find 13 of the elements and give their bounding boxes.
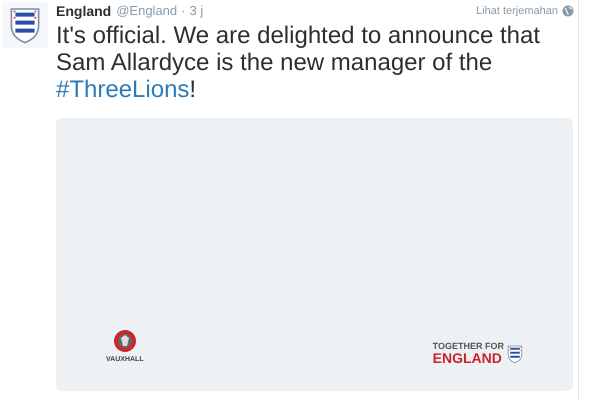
globe-icon — [562, 5, 574, 17]
author-handle[interactable]: @England — [116, 1, 178, 21]
separator: · — [181, 2, 186, 20]
crest-icon — [507, 344, 523, 364]
avatar[interactable] — [2, 2, 48, 48]
hashtag-link[interactable]: #ThreeLions — [56, 76, 190, 103]
timestamp[interactable]: 3 j — [189, 1, 204, 21]
author-name[interactable]: England — [56, 0, 112, 22]
translate-link[interactable]: Lihat terjemahan — [476, 2, 558, 20]
slogan-bottom: ENGLAND — [432, 351, 503, 365]
crest-icon — [9, 6, 41, 44]
slogan-top: TOGETHER FOR — [432, 342, 504, 351]
tweet-text: It's official. We are delighted to announce that Sam Allardyce is the new manager of the #ThreeLions! — [56, 22, 542, 103]
